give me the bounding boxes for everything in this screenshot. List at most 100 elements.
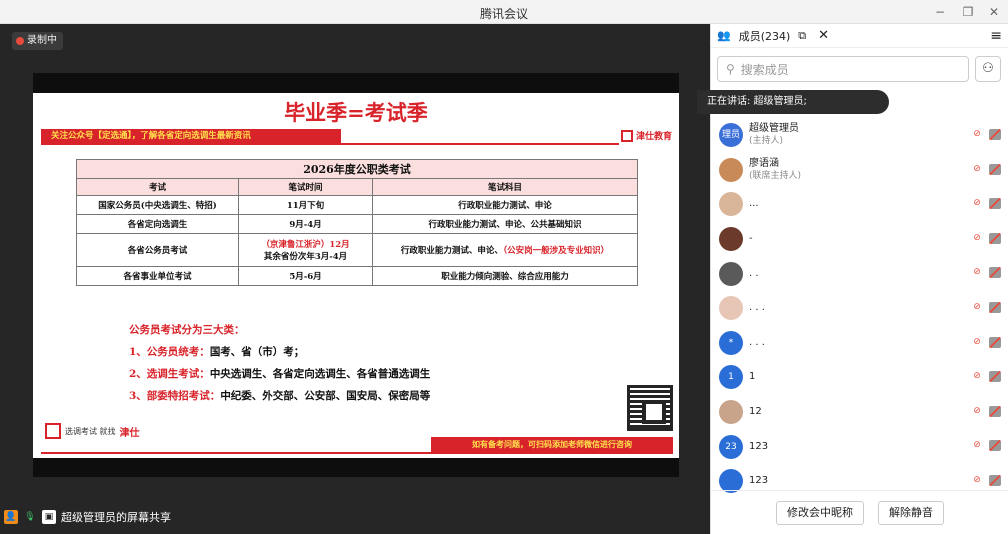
footer-note: 如有备考问题，可扫码添加老师微信进行咨询 xyxy=(431,437,673,452)
footer-divider xyxy=(41,452,673,454)
table-cell: 各省事业单位考试 xyxy=(76,266,239,286)
table-cell: 职业能力倾向测验、综合应用能力 xyxy=(372,266,638,286)
members-icon: 👥 xyxy=(717,29,731,42)
camera-off-icon[interactable] xyxy=(989,474,1001,486)
category-item: 3、部委特招考试：中纪委、外交部、公安部、国安局、保密局等 xyxy=(129,385,430,407)
mic-off-icon[interactable]: ⊘ xyxy=(971,337,983,348)
avatar xyxy=(719,296,743,321)
member-item[interactable]: 23 123 ⊘ xyxy=(711,429,1008,464)
member-name: 廖语涵 xyxy=(749,157,779,169)
member-name: ... xyxy=(749,198,759,210)
member-name-block: - xyxy=(749,233,753,245)
camera-off-icon[interactable] xyxy=(989,198,1001,210)
avatar xyxy=(719,227,743,252)
member-name-block: 12 xyxy=(749,406,762,418)
member-item[interactable]: * . . . ⊘ xyxy=(711,326,1008,361)
mic-off-icon[interactable]: ⊘ xyxy=(971,302,983,313)
table-row: 各省定向选调生 9月-4月 行政职业能力测试、申论、公共基础知识 xyxy=(76,214,638,234)
recording-label: 录制中 xyxy=(27,35,57,46)
search-icon: ⚲ xyxy=(726,62,735,76)
member-item[interactable]: 廖语涵 (联席主持人) ⊘ xyxy=(711,153,1008,188)
exam-table: 2026年度公职类考试 考试 笔试时间 笔试科目 国家公务员(中央选调生、特招)… xyxy=(76,159,638,286)
footer-logo-text: 选调考试 就找 xyxy=(65,426,116,436)
mic-off-icon[interactable]: ⊘ xyxy=(971,233,983,244)
restore-button[interactable]: ❐ xyxy=(958,3,978,21)
camera-off-icon[interactable] xyxy=(989,129,1001,140)
member-role: (联席主持人) xyxy=(749,170,802,181)
table-cell: 9月-4月 xyxy=(238,214,373,234)
member-name: - xyxy=(749,233,753,245)
tab-members[interactable]: 成员(234) xyxy=(739,28,791,44)
minimize-button[interactable]: − xyxy=(930,3,950,21)
table-cell: 5月-6月 xyxy=(238,266,373,286)
rename-button[interactable]: 修改会中昵称 xyxy=(776,500,864,525)
camera-off-icon[interactable] xyxy=(989,371,1001,383)
avatar xyxy=(719,192,743,217)
invite-button[interactable]: ⚇ xyxy=(975,56,1001,82)
member-status: ⊘ xyxy=(971,474,1001,486)
table-cell: 各省定向选调生 xyxy=(76,214,239,234)
window-title: 腾讯会议 xyxy=(479,7,528,21)
member-item[interactable]: 理员 超级管理员 (主持人) ⊘ xyxy=(711,118,1008,153)
member-status: ⊘ xyxy=(971,405,1001,417)
member-name-block: 1 xyxy=(749,371,755,383)
search-input[interactable]: ⚲ 搜索成员 xyxy=(717,56,969,82)
member-name: . . xyxy=(749,267,759,279)
member-item[interactable]: . . . ⊘ xyxy=(711,291,1008,326)
member-status: ⊘ xyxy=(971,129,1001,140)
mic-off-icon[interactable]: ⊘ xyxy=(971,198,983,209)
member-item[interactable]: 1 1 ⊘ xyxy=(711,360,1008,395)
menu-icon[interactable]: ≡ xyxy=(990,28,1002,44)
mic-off-icon[interactable]: ⊘ xyxy=(971,440,983,451)
close-panel-icon[interactable]: ✕ xyxy=(818,28,829,43)
column-header: 笔试科目 xyxy=(372,178,638,196)
speaking-indicator: 正在讲话: 超级管理员; xyxy=(697,90,889,114)
cell-line: 其余省份次年3月-4月 xyxy=(263,252,348,262)
recording-indicator[interactable]: 录制中 xyxy=(12,32,63,50)
member-item[interactable]: ... ⊘ xyxy=(711,187,1008,222)
camera-off-icon[interactable] xyxy=(989,301,1001,313)
categories-title: 公务员考试分为三大类： xyxy=(129,324,245,336)
mic-off-icon[interactable]: ⊘ xyxy=(971,129,983,140)
column-header: 考试 xyxy=(76,178,239,196)
category-body: 国考、省（市）考； xyxy=(209,346,305,358)
popout-icon[interactable]: ⧉ xyxy=(798,29,806,43)
mic-off-icon[interactable]: ⊘ xyxy=(971,164,983,175)
table-cell: （京津鲁江浙沪）12月 其余省份次年3月-4月 xyxy=(238,233,373,267)
member-name: 123 xyxy=(749,440,769,452)
camera-off-icon[interactable] xyxy=(989,163,1001,175)
mic-off-icon[interactable]: ⊘ xyxy=(971,475,983,486)
screen-icon: ▣ xyxy=(42,510,56,524)
member-name-block: . . . xyxy=(749,302,765,314)
avatar: 1 xyxy=(719,365,743,390)
mic-off-icon[interactable]: ⊘ xyxy=(971,371,983,382)
member-status: ⊘ xyxy=(971,336,1001,348)
table-cell: 各省公务员考试 xyxy=(76,233,239,267)
camera-off-icon[interactable] xyxy=(989,405,1001,417)
member-item[interactable]: 12 ⊘ xyxy=(711,395,1008,430)
member-item[interactable]: - ⊘ xyxy=(711,222,1008,257)
share-label: 超级管理员的屏幕共享 xyxy=(61,511,171,524)
unmute-all-button[interactable]: 解除静音 xyxy=(878,500,944,525)
mic-off-icon[interactable]: ⊘ xyxy=(971,267,983,278)
category-head: 1、公务员统考： xyxy=(129,346,210,358)
mic-icon: 🎙 xyxy=(24,512,36,522)
member-status: ⊘ xyxy=(971,163,1001,175)
user-icon: 👤 xyxy=(4,510,18,524)
table-caption: 2026年度公职类考试 xyxy=(76,159,638,178)
member-name: 1 xyxy=(749,371,756,383)
brand-logo: 津仕教育 xyxy=(621,129,672,142)
table-cell: 11月下旬 xyxy=(238,195,373,215)
camera-off-icon[interactable] xyxy=(989,336,1001,348)
panel-footer: 修改会中昵称 解除静音 xyxy=(711,490,1008,534)
mic-off-icon[interactable]: ⊘ xyxy=(971,406,983,417)
camera-off-icon[interactable] xyxy=(989,440,1001,452)
camera-off-icon[interactable] xyxy=(989,232,1001,244)
table-cell: 行政职业能力测试、申论、公共基础知识 xyxy=(372,214,638,234)
column-header: 笔试时间 xyxy=(238,178,373,196)
camera-off-icon[interactable] xyxy=(989,267,1001,279)
member-item[interactable]: . . ⊘ xyxy=(711,256,1008,291)
close-button[interactable]: ✕ xyxy=(984,3,1004,21)
slide-banner: 关注公众号【定选通】，了解各省定向选调生最新资讯 xyxy=(41,129,341,143)
footer-brand: 津仕 xyxy=(119,427,140,439)
